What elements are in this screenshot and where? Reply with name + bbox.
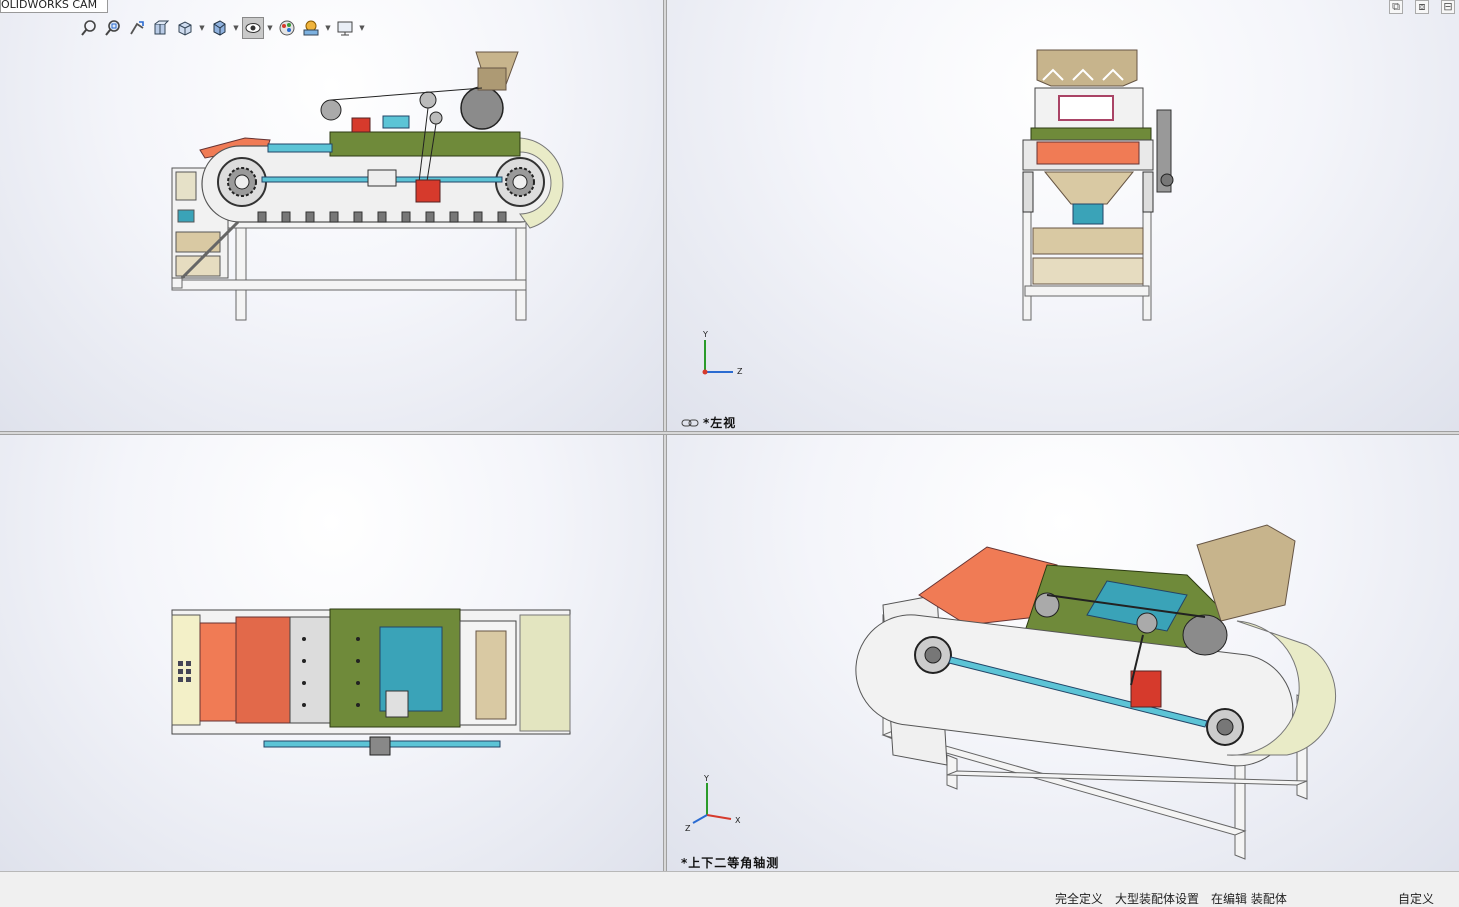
triad-y-label: Y: [703, 774, 709, 783]
left-view-model[interactable]: [667, 0, 1459, 431]
link-icon: [681, 419, 699, 426]
top-view-model[interactable]: [0, 435, 663, 871]
triad-z-label: Z: [685, 824, 691, 833]
viewport-isometric[interactable]: Y X Z *上下二等角轴测: [667, 435, 1459, 871]
viewport-left[interactable]: ⧉ ⧈ ⊟ Y Z *左视: [667, 0, 1459, 431]
viewport-splitter-vertical[interactable]: [663, 0, 667, 871]
isometric-view-model[interactable]: [667, 435, 1459, 871]
viewport-splitter-horizontal[interactable]: [0, 431, 1459, 435]
triad-x-label: X: [735, 816, 741, 825]
view-name-label: *左视: [681, 414, 736, 431]
status-bar: 完全定义 大型装配体设置 在编辑 装配体 自定义: [0, 871, 1459, 906]
front-view-model[interactable]: [0, 0, 663, 431]
coordinate-triad: Y X Z: [685, 774, 741, 833]
triad-z-label: Z: [737, 367, 743, 376]
viewport-front[interactable]: OLIDWORKS CAM ▼ ▼ ▼ ▼ ▼: [0, 0, 663, 431]
triad-y-label: Y: [702, 330, 708, 339]
view-name-label: *上下二等角轴测: [681, 854, 779, 871]
view-name-text: *上下二等角轴测: [681, 856, 780, 870]
viewport-top[interactable]: [0, 435, 663, 871]
view-name-text: *左视: [703, 416, 737, 430]
coordinate-triad: Y Z: [702, 330, 743, 376]
